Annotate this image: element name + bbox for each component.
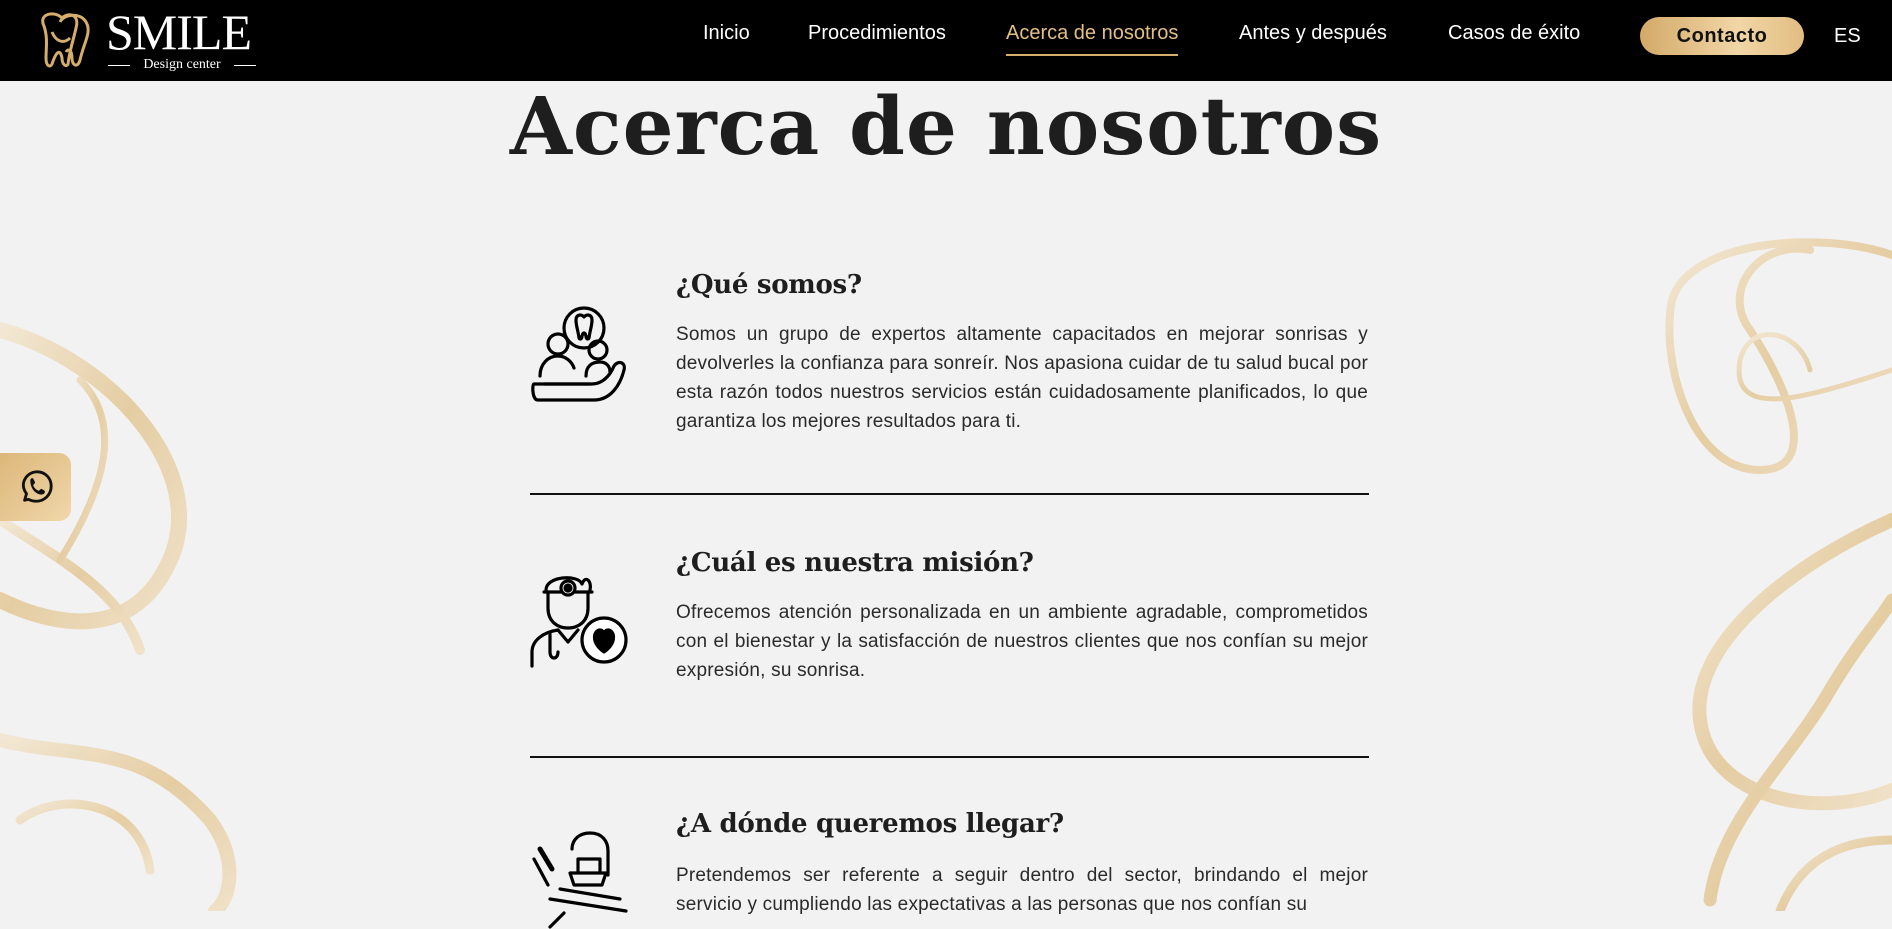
- section-text: Pretendemos ser referente a seguir dentr…: [676, 865, 1368, 915]
- section-heading: ¿Qué somos?: [676, 270, 862, 300]
- nav-item-procedimientos[interactable]: Procedimientos: [808, 21, 946, 45]
- nav-item-antes-y-despues[interactable]: Antes y después: [1239, 21, 1387, 45]
- page-title: Acerca de nosotros: [509, 79, 1383, 173]
- brand-name: SMILE: [106, 4, 252, 60]
- top-navigation-bar: SMILE Design center Inicio Procedimiento…: [0, 0, 1892, 81]
- whatsapp-button[interactable]: [0, 453, 71, 521]
- dental-patient-icon: [531, 306, 626, 402]
- section-divider: [530, 756, 1369, 758]
- section-text: Somos un grupo de expertos altamente cap…: [676, 324, 1368, 432]
- section-heading: ¿A dónde queremos llegar?: [676, 809, 1064, 839]
- nav-item-inicio[interactable]: Inicio: [703, 21, 750, 45]
- nav-item-casos-de-exito[interactable]: Casos de éxito: [1448, 21, 1580, 45]
- nav-item-acerca-de-nosotros[interactable]: Acerca de nosotros: [1006, 21, 1179, 56]
- section-text: Ofrecemos atención personalizada en un a…: [676, 602, 1368, 681]
- whatsapp-icon: [21, 470, 53, 503]
- tooth-logo-icon: [41, 12, 90, 68]
- dental-chair-icon: [532, 831, 628, 929]
- contact-button[interactable]: Contacto: [1640, 17, 1804, 55]
- dentist-heart-icon: [530, 576, 628, 668]
- section-divider: [530, 493, 1369, 495]
- brand-logo[interactable]: SMILE Design center: [34, 4, 264, 73]
- section-heading: ¿Cuál es nuestra misión?: [676, 548, 1034, 578]
- language-selector[interactable]: ES: [1834, 25, 1861, 48]
- brand-tagline: Design center: [106, 57, 258, 73]
